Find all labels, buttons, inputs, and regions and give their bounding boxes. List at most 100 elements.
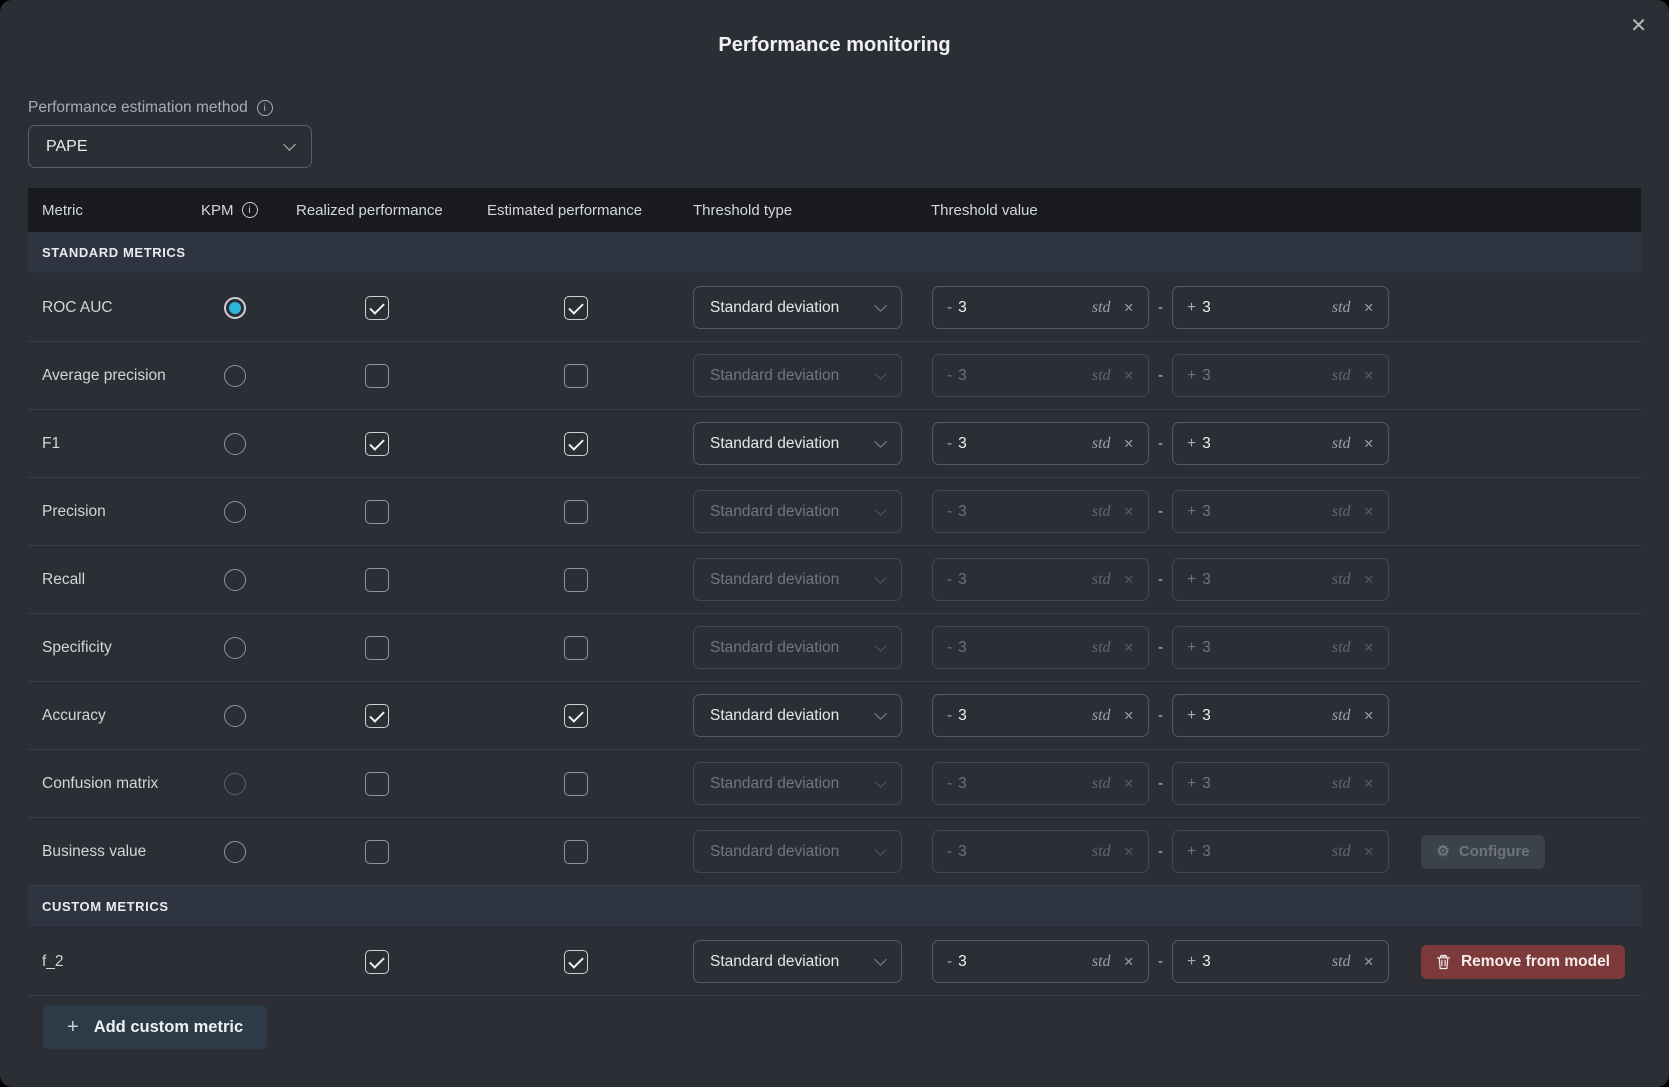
estimated-performance-checkbox[interactable] — [564, 364, 588, 388]
clear-icon[interactable]: ✕ — [1364, 436, 1374, 451]
threshold-upper-input[interactable]: + 3 std ✕ — [1172, 762, 1389, 805]
metric-name: Confusion matrix — [28, 775, 188, 793]
threshold-lower-input[interactable]: - 3 std ✕ — [932, 626, 1149, 669]
threshold-type-select[interactable]: Standard deviation — [693, 626, 902, 669]
threshold-lower-input[interactable]: - 3 std ✕ — [932, 490, 1149, 533]
configure-button-label: Configure — [1459, 843, 1530, 860]
realized-performance-checkbox[interactable] — [365, 432, 389, 456]
configure-button[interactable]: ⚙ Configure — [1421, 835, 1545, 869]
realized-performance-checkbox[interactable] — [365, 568, 389, 592]
modal-content: Performance estimation method i PAPE Met… — [0, 99, 1669, 1049]
clear-icon[interactable]: ✕ — [1124, 368, 1134, 383]
estimated-performance-checkbox[interactable] — [564, 432, 588, 456]
clear-icon[interactable]: ✕ — [1364, 368, 1374, 383]
threshold-upper-input[interactable]: + 3 std ✕ — [1172, 830, 1389, 873]
clear-icon[interactable]: ✕ — [1364, 300, 1374, 315]
lower-sign: - — [947, 843, 952, 861]
std-unit-label: std — [1332, 367, 1351, 385]
clear-icon[interactable]: ✕ — [1124, 708, 1134, 723]
threshold-lower-input[interactable]: - 3 std ✕ — [932, 940, 1149, 983]
std-unit-label: std — [1092, 953, 1111, 971]
lower-sign: - — [947, 953, 952, 971]
threshold-lower-input[interactable]: - 3 std ✕ — [932, 422, 1149, 465]
clear-icon[interactable]: ✕ — [1364, 708, 1374, 723]
threshold-upper-input[interactable]: + 3 std ✕ — [1172, 694, 1389, 737]
threshold-upper-input[interactable]: + 3 std ✕ — [1172, 626, 1389, 669]
add-custom-metric-button[interactable]: + Add custom metric — [43, 1005, 267, 1049]
clear-icon[interactable]: ✕ — [1364, 640, 1374, 655]
clear-icon[interactable]: ✕ — [1364, 776, 1374, 791]
realized-performance-checkbox[interactable] — [365, 296, 389, 320]
clear-icon[interactable]: ✕ — [1364, 572, 1374, 587]
threshold-type-select[interactable]: Standard deviation — [693, 694, 902, 737]
estimated-performance-checkbox[interactable] — [564, 500, 588, 524]
estimated-performance-checkbox[interactable] — [564, 950, 588, 974]
kpm-radio[interactable] — [224, 433, 246, 455]
clear-icon[interactable]: ✕ — [1124, 504, 1134, 519]
threshold-type-select[interactable]: Standard deviation — [693, 422, 902, 465]
kpm-radio[interactable] — [224, 841, 246, 863]
threshold-upper-input[interactable]: + 3 std ✕ — [1172, 558, 1389, 601]
remove-from-model-button[interactable]: Remove from model — [1421, 945, 1625, 979]
estimated-performance-checkbox[interactable] — [564, 296, 588, 320]
clear-icon[interactable]: ✕ — [1364, 844, 1374, 859]
clear-icon[interactable]: ✕ — [1364, 954, 1374, 969]
lower-value: 3 — [958, 953, 967, 971]
realized-performance-checkbox[interactable] — [365, 636, 389, 660]
estimated-performance-checkbox[interactable] — [564, 704, 588, 728]
section-label: STANDARD METRICS — [42, 245, 186, 260]
chevron-down-icon — [874, 775, 887, 788]
threshold-lower-input[interactable]: - 3 std ✕ — [932, 762, 1149, 805]
clear-icon[interactable]: ✕ — [1364, 504, 1374, 519]
chevron-down-icon — [874, 707, 887, 720]
threshold-lower-input[interactable]: - 3 std ✕ — [932, 286, 1149, 329]
realized-performance-checkbox[interactable] — [365, 840, 389, 864]
clear-icon[interactable]: ✕ — [1124, 844, 1134, 859]
threshold-type-select[interactable]: Standard deviation — [693, 940, 902, 983]
realized-performance-checkbox[interactable] — [365, 950, 389, 974]
kpm-radio[interactable] — [224, 773, 246, 795]
threshold-type-value: Standard deviation — [710, 843, 839, 861]
threshold-lower-input[interactable]: - 3 std ✕ — [932, 354, 1149, 397]
estimated-performance-checkbox[interactable] — [564, 840, 588, 864]
threshold-upper-input[interactable]: + 3 std ✕ — [1172, 286, 1389, 329]
estimated-performance-checkbox[interactable] — [564, 772, 588, 796]
threshold-upper-input[interactable]: + 3 std ✕ — [1172, 422, 1389, 465]
threshold-upper-input[interactable]: + 3 std ✕ — [1172, 490, 1389, 533]
clear-icon[interactable]: ✕ — [1124, 300, 1134, 315]
threshold-type-select[interactable]: Standard deviation — [693, 558, 902, 601]
threshold-type-select[interactable]: Standard deviation — [693, 354, 902, 397]
estimation-method-field: Performance estimation method i — [28, 99, 1641, 117]
realized-performance-checkbox[interactable] — [365, 500, 389, 524]
metric-row: Specificity Standard deviation - 3 std ✕ — [28, 614, 1641, 682]
kpm-radio[interactable] — [224, 501, 246, 523]
kpm-radio[interactable] — [224, 705, 246, 727]
threshold-type-select[interactable]: Standard deviation — [693, 490, 902, 533]
threshold-type-select[interactable]: Standard deviation — [693, 286, 902, 329]
threshold-upper-input[interactable]: + 3 std ✕ — [1172, 940, 1389, 983]
threshold-lower-input[interactable]: - 3 std ✕ — [932, 830, 1149, 873]
threshold-type-select[interactable]: Standard deviation — [693, 830, 902, 873]
kpm-radio[interactable] — [224, 297, 246, 319]
threshold-lower-input[interactable]: - 3 std ✕ — [932, 558, 1149, 601]
clear-icon[interactable]: ✕ — [1124, 436, 1134, 451]
info-icon[interactable]: i — [242, 202, 258, 218]
clear-icon[interactable]: ✕ — [1124, 954, 1134, 969]
realized-performance-checkbox[interactable] — [365, 364, 389, 388]
estimated-performance-checkbox[interactable] — [564, 568, 588, 592]
threshold-upper-input[interactable]: + 3 std ✕ — [1172, 354, 1389, 397]
clear-icon[interactable]: ✕ — [1124, 640, 1134, 655]
realized-performance-checkbox[interactable] — [365, 704, 389, 728]
estimation-method-select[interactable]: PAPE — [28, 125, 312, 168]
kpm-radio[interactable] — [224, 365, 246, 387]
realized-performance-checkbox[interactable] — [365, 772, 389, 796]
kpm-radio[interactable] — [224, 569, 246, 591]
threshold-type-select[interactable]: Standard deviation — [693, 762, 902, 805]
close-icon[interactable]: ✕ — [1630, 16, 1647, 36]
kpm-radio[interactable] — [224, 637, 246, 659]
threshold-lower-input[interactable]: - 3 std ✕ — [932, 694, 1149, 737]
clear-icon[interactable]: ✕ — [1124, 572, 1134, 587]
info-icon[interactable]: i — [257, 100, 273, 116]
clear-icon[interactable]: ✕ — [1124, 776, 1134, 791]
estimated-performance-checkbox[interactable] — [564, 636, 588, 660]
